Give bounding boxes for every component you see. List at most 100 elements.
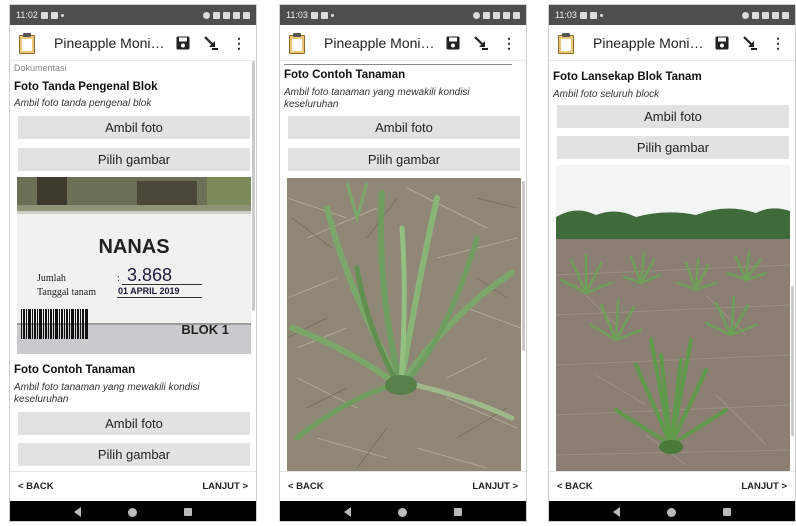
- scrollbar[interactable]: [522, 181, 525, 351]
- wifi-icon: [223, 11, 230, 19]
- question-title: Foto Contoh Tanaman: [14, 364, 136, 376]
- next-button[interactable]: LANJUT >: [202, 481, 248, 492]
- vibrate-icon: [752, 11, 759, 19]
- question-hint: Ambil foto tanaman yang mewakili kondisi…: [284, 87, 470, 110]
- next-button[interactable]: LANJUT >: [741, 481, 787, 492]
- dot-icon: [599, 13, 603, 17]
- sign-label-quantity: Jumlah: [37, 273, 66, 284]
- question-title: Foto Contoh Tanaman: [284, 69, 406, 81]
- system-navbar: [549, 501, 795, 521]
- sign-value-date: 01 APRIL 2019: [118, 286, 180, 296]
- app-title: Pineapple Monito...: [324, 34, 436, 51]
- status-time: 11:02: [16, 10, 38, 20]
- notification-icon: [320, 11, 328, 19]
- system-recents-icon[interactable]: [454, 508, 463, 516]
- question-hint: Ambil foto seluruh block: [553, 89, 660, 100]
- form-navbar: < BACK LANJUT >: [280, 471, 526, 501]
- system-home-icon[interactable]: [666, 507, 676, 517]
- notification-icon: [579, 11, 587, 19]
- status-bar: 11:03: [549, 5, 795, 25]
- alarm-icon: [473, 11, 480, 19]
- back-button[interactable]: < BACK: [288, 481, 324, 492]
- phone-screen-3: 11:03 Pineapple Monito... ⋮ Foto Lanseka…: [548, 4, 796, 522]
- overflow-menu-icon[interactable]: ⋮: [498, 32, 520, 54]
- notification-icon: [50, 11, 58, 19]
- alarm-icon: [742, 11, 749, 19]
- scrollbar[interactable]: [791, 286, 794, 436]
- battery-icon: [513, 11, 520, 19]
- battery-icon: [243, 11, 250, 19]
- app-bar: Pineapple Monito... ⋮: [280, 25, 526, 61]
- save-icon[interactable]: [711, 32, 733, 54]
- section-label: Dokumentasi: [14, 63, 67, 73]
- status-bar: 11:03: [280, 5, 526, 25]
- status-time: 11:03: [555, 10, 577, 20]
- back-button[interactable]: < BACK: [557, 481, 593, 492]
- form-content[interactable]: Dokumentasi Foto Tanda Pengenal Blok Amb…: [10, 61, 256, 471]
- system-navbar: [280, 501, 526, 521]
- system-back-icon[interactable]: [343, 507, 351, 517]
- choose-image-button[interactable]: Pilih gambar: [18, 443, 250, 466]
- sign-label-date: Tanggal tanam: [37, 287, 96, 298]
- notification-icon: [310, 11, 318, 19]
- system-recents-icon[interactable]: [184, 508, 193, 516]
- divider: [284, 64, 512, 65]
- status-bar: 11:02: [10, 5, 256, 25]
- status-time: 11:03: [286, 10, 308, 20]
- jump-arrow-icon[interactable]: [200, 32, 222, 54]
- form-navbar: < BACK LANJUT >: [549, 471, 795, 501]
- save-icon[interactable]: [442, 32, 464, 54]
- question-hint: Ambil foto tanda pengenal blok: [14, 98, 152, 109]
- clipboard-icon: [557, 32, 575, 54]
- overflow-menu-icon[interactable]: ⋮: [767, 32, 789, 54]
- system-home-icon[interactable]: [127, 507, 137, 517]
- choose-image-button[interactable]: Pilih gambar: [18, 148, 250, 171]
- jump-arrow-icon[interactable]: [470, 32, 492, 54]
- plant-sample-photo: [287, 178, 521, 471]
- form-content[interactable]: Foto Lansekap Blok Tanam Ambil foto selu…: [549, 61, 795, 471]
- back-button[interactable]: < BACK: [18, 481, 54, 492]
- system-navbar: [10, 501, 256, 521]
- save-icon[interactable]: [172, 32, 194, 54]
- alarm-icon: [203, 11, 210, 19]
- overflow-menu-icon[interactable]: ⋮: [228, 32, 250, 54]
- choose-image-button[interactable]: Pilih gambar: [288, 148, 520, 171]
- wifi-icon: [493, 11, 500, 19]
- system-back-icon[interactable]: [612, 507, 620, 517]
- notification-icon: [589, 11, 597, 19]
- take-photo-button[interactable]: Ambil foto: [288, 116, 520, 139]
- system-back-icon[interactable]: [73, 507, 81, 517]
- phone-screen-1: 11:02 Pineapple Monito... ⋮ Dokumentasi …: [9, 4, 257, 522]
- take-photo-button[interactable]: Ambil foto: [18, 116, 250, 139]
- take-photo-button[interactable]: Ambil foto: [18, 412, 250, 435]
- choose-image-button[interactable]: Pilih gambar: [557, 136, 789, 159]
- phone-screen-2: 11:03 Pineapple Monito... ⋮ Foto Contoh …: [279, 4, 527, 522]
- vibrate-icon: [213, 11, 220, 19]
- wifi-icon: [762, 11, 769, 19]
- system-recents-icon[interactable]: [723, 508, 732, 516]
- form-content[interactable]: Foto Contoh Tanaman Ambil foto tanaman y…: [280, 61, 526, 471]
- battery-icon: [782, 11, 789, 19]
- app-bar: Pineapple Monito... ⋮: [10, 25, 256, 61]
- dot-icon: [60, 13, 64, 17]
- system-home-icon[interactable]: [397, 507, 407, 517]
- sign-heading: NANAS: [98, 236, 169, 258]
- take-photo-button[interactable]: Ambil foto: [557, 105, 789, 128]
- app-bar: Pineapple Monito... ⋮: [549, 25, 795, 61]
- jump-arrow-icon[interactable]: [739, 32, 761, 54]
- app-title: Pineapple Monito...: [593, 34, 705, 51]
- question-title: Foto Tanda Pengenal Blok: [14, 81, 158, 93]
- clipboard-icon: [288, 32, 306, 54]
- scrollbar[interactable]: [252, 61, 255, 311]
- form-navbar: < BACK LANJUT >: [10, 471, 256, 501]
- signal-icon: [503, 11, 510, 19]
- sign-block: BLOK 1: [181, 322, 229, 337]
- question-hint: Ambil foto tanaman yang mewakili kondisi…: [14, 382, 200, 405]
- question-title: Foto Lansekap Blok Tanam: [553, 71, 702, 83]
- signal-icon: [772, 11, 779, 19]
- svg-text::: :: [117, 273, 120, 284]
- vibrate-icon: [483, 11, 490, 19]
- next-button[interactable]: LANJUT >: [472, 481, 518, 492]
- block-landscape-photo: [556, 165, 790, 471]
- sign-value-quantity: 3.868: [127, 265, 172, 285]
